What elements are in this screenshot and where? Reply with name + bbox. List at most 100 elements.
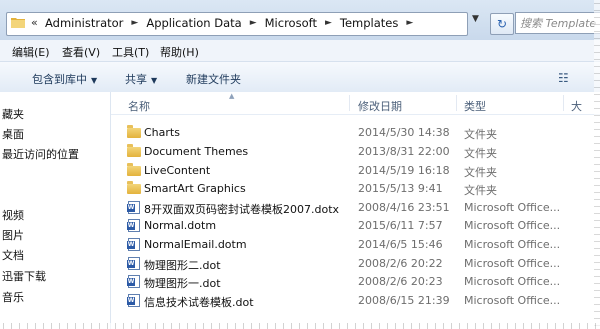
menu-help[interactable]: 帮助(H) (160, 44, 199, 60)
folder-icon (127, 163, 141, 177)
torn-edge-bottom (0, 323, 600, 329)
file-date: 2008/6/15 21:39 (358, 294, 450, 307)
word-doc-icon (127, 294, 141, 307)
word-doc-icon (127, 219, 141, 232)
breadcrumb-separator-icon[interactable]: ► (325, 18, 332, 28)
file-row[interactable]: SmartArt Graphics 2015/5/13 9:41 文件夹 (111, 180, 600, 198)
file-row[interactable]: 物理图形二.dot 2008/2/6 20:22 Microsoft Offic… (111, 255, 600, 273)
overflow-chevron-icon[interactable]: « (31, 16, 38, 29)
file-list: ▲ 名称 修改日期 类型 大 Charts 2014/5/30 14:38 文件… (111, 92, 600, 329)
share-button[interactable]: 共享 ▼ (125, 71, 157, 87)
breadcrumb-item[interactable]: Administrator ► (45, 16, 146, 30)
refresh-button[interactable]: ↻ (490, 13, 514, 35)
file-type: Microsoft Office... (464, 275, 561, 288)
explorer-window: « Administrator ► Application Data ► Micro… (0, 0, 600, 329)
breadcrumb-separator-icon[interactable]: ► (131, 18, 138, 28)
file-type: 文件夹 (464, 166, 497, 179)
column-header-date[interactable]: 修改日期 (358, 98, 402, 114)
file-row[interactable]: LiveContent 2014/5/19 16:18 文件夹 (111, 162, 600, 180)
refresh-icon: ↻ (496, 17, 508, 31)
word-doc-icon (127, 238, 141, 251)
column-divider[interactable] (563, 95, 564, 111)
file-row[interactable]: NormalEmail.dotm 2014/6/5 15:46 Microsof… (111, 236, 600, 254)
file-type: 文件夹 (464, 184, 497, 197)
command-bar: 包含到库中 ▼ 共享 ▼ 新建文件夹 ☷ (0, 62, 600, 93)
breadcrumb-item[interactable]: Microsoft ► (265, 16, 340, 30)
nav-item-recent-places[interactable]: 最近访问的位置 (2, 146, 79, 162)
file-name: 8开双面双页码密封试卷模板2007.dotx (144, 203, 340, 216)
breadcrumb-separator-icon[interactable]: ► (406, 18, 413, 28)
file-date: 2014/6/5 15:46 (358, 238, 443, 251)
nav-item-desktop[interactable]: 桌面 (2, 126, 24, 142)
chevron-down-icon: ▼ (151, 76, 158, 85)
file-type: Microsoft Office... (464, 257, 561, 270)
nav-item-documents[interactable]: 文档 (2, 247, 24, 263)
menu-bar: 编辑(E) 查看(V) 工具(T) 帮助(H) (0, 40, 600, 62)
search-input[interactable]: 搜索 Template (515, 12, 600, 34)
column-header-type[interactable]: 类型 (464, 98, 486, 114)
navigation-pane: 藏夹 桌面 最近访问的位置 视频 图片 文档 迅雷下载 音乐 (0, 92, 111, 329)
file-date: 2008/4/16 23:51 (358, 201, 450, 214)
file-date: 2015/6/11 7:57 (358, 219, 443, 232)
menu-edit[interactable]: 编辑(E) (12, 44, 50, 60)
nav-item-videos[interactable]: 视频 (2, 207, 24, 223)
file-type: 文件夹 (464, 147, 497, 160)
file-name: LiveContent (144, 164, 211, 177)
file-row[interactable]: Document Themes 2013/8/31 22:00 文件夹 (111, 143, 600, 161)
menu-tools[interactable]: 工具(T) (112, 44, 149, 60)
address-dropdown-icon[interactable]: ▼ (472, 14, 490, 34)
column-header-name[interactable]: 名称 (128, 98, 150, 114)
address-bar[interactable]: « Administrator ► Application Data ► Micro… (6, 12, 468, 36)
nav-item-music[interactable]: 音乐 (2, 289, 24, 305)
file-row[interactable]: Normal.dotm 2015/6/11 7:57 Microsoft Off… (111, 217, 600, 235)
file-type: Microsoft Office... (464, 294, 561, 307)
column-divider[interactable] (349, 95, 350, 111)
file-type: Microsoft Office... (464, 238, 561, 251)
file-date: 2008/2/6 20:23 (358, 275, 443, 288)
file-date: 2013/8/31 22:00 (358, 145, 450, 158)
file-name: NormalEmail.dotm (144, 238, 247, 251)
file-name: Normal.dotm (144, 219, 217, 232)
new-folder-button[interactable]: 新建文件夹 (186, 71, 241, 87)
file-name: 信息技术试卷模板.dot (144, 296, 254, 309)
view-options-icon[interactable]: ☷ (558, 71, 569, 85)
column-divider[interactable] (456, 95, 457, 111)
file-type: 文件夹 (464, 128, 497, 141)
column-header-row: ▲ 名称 修改日期 类型 大 (111, 92, 600, 115)
torn-edge-right (594, 0, 600, 329)
breadcrumb-item[interactable]: Templates ► (340, 16, 421, 30)
nav-item-favorites[interactable]: 藏夹 (2, 106, 24, 122)
file-date: 2015/5/13 9:41 (358, 182, 443, 195)
word-doc-icon (127, 275, 141, 288)
file-date: 2014/5/19 16:18 (358, 164, 450, 177)
column-header-size[interactable]: 大 (571, 98, 582, 114)
breadcrumb: Administrator ► Application Data ► Microso… (45, 16, 421, 30)
file-name: Charts (144, 126, 180, 139)
word-doc-icon (127, 257, 141, 270)
word-doc-icon (127, 201, 141, 214)
file-row[interactable]: Charts 2014/5/30 14:38 文件夹 (111, 124, 600, 142)
folder-icon (11, 18, 25, 28)
nav-item-pictures[interactable]: 图片 (2, 227, 24, 243)
file-name: Document Themes (144, 145, 249, 158)
file-row[interactable]: 物理图形一.dot 2008/2/6 20:23 Microsoft Offic… (111, 273, 600, 291)
chevron-down-icon: ▼ (91, 76, 98, 85)
folder-icon (127, 181, 141, 195)
breadcrumb-separator-icon[interactable]: ► (250, 18, 257, 28)
folder-icon (127, 144, 141, 158)
file-type: Microsoft Office... (464, 219, 561, 232)
include-in-library-button[interactable]: 包含到库中 ▼ (32, 71, 97, 87)
nav-item-thunder-downloads[interactable]: 迅雷下载 (2, 268, 46, 284)
file-name: 物理图形二.dot (144, 259, 221, 272)
file-row[interactable]: 8开双面双页码密封试卷模板2007.dotx 2008/4/16 23:51 M… (111, 199, 600, 217)
sort-ascending-icon: ▲ (229, 92, 235, 100)
file-name: 物理图形一.dot (144, 277, 221, 290)
file-date: 2008/2/6 20:22 (358, 257, 443, 270)
file-row[interactable]: 信息技术试卷模板.dot 2008/6/15 21:39 Microsoft O… (111, 292, 600, 310)
breadcrumb-item[interactable]: Application Data ► (146, 16, 264, 30)
menu-view[interactable]: 查看(V) (62, 44, 100, 60)
file-type: Microsoft Office... (464, 201, 561, 214)
folder-icon (127, 125, 141, 139)
file-date: 2014/5/30 14:38 (358, 126, 450, 139)
address-toolbar: « Administrator ► Application Data ► Micro… (0, 0, 600, 40)
